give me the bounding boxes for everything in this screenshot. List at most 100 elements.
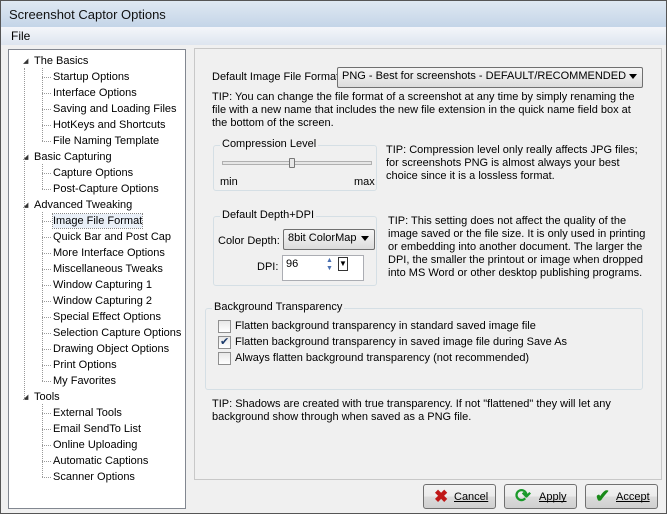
options-window: Screenshot Captor Options File The Basic…: [0, 0, 667, 514]
format-value: PNG - Best for screenshots - DEFAULT/REC…: [342, 70, 627, 82]
dpi-value: 96: [286, 258, 299, 270]
tree-connector: [42, 413, 51, 414]
format-select[interactable]: PNG - Best for screenshots - DEFAULT/REC…: [337, 67, 643, 88]
tree-item[interactable]: Scanner Options: [53, 470, 135, 484]
color-depth-value: 8bit ColorMap: [288, 232, 357, 244]
tree-item[interactable]: Email SendTo List: [53, 422, 141, 436]
tree-connector: [42, 212, 43, 381]
tree-item[interactable]: HotKeys and Shortcuts: [53, 118, 166, 132]
compression-slider-thumb[interactable]: [288, 158, 295, 168]
tree-connector: [42, 301, 51, 302]
tree-connector: [42, 285, 51, 286]
transparency-option-label[interactable]: Always flatten background transparency (…: [235, 352, 529, 364]
tree-item[interactable]: File Naming Template: [53, 134, 159, 148]
tree-item[interactable]: Special Effect Options: [53, 310, 161, 324]
tree-connector: [42, 221, 51, 222]
transparency-option-label[interactable]: Flatten background transparency in saved…: [235, 336, 567, 348]
tree-connector: [42, 189, 51, 190]
check-icon: ✔: [220, 336, 230, 348]
compression-slider-track[interactable]: [222, 161, 372, 165]
compression-title: Compression Level: [220, 138, 319, 150]
tree-group[interactable]: Advanced Tweaking: [34, 198, 132, 212]
tree-connector: [42, 445, 51, 446]
color-depth-select[interactable]: 8bit ColorMap: [283, 229, 375, 250]
dpi-label: DPI:: [257, 261, 279, 273]
title-bar: Screenshot Captor Options: [1, 1, 666, 27]
compression-group: Compression Level min max: [213, 138, 377, 191]
tree-group[interactable]: Tools: [34, 390, 60, 404]
tree-item[interactable]: Print Options: [53, 358, 117, 372]
chevron-down-icon: [361, 236, 369, 241]
transparency-checkbox[interactable]: ✔: [218, 336, 231, 349]
tree-item[interactable]: External Tools: [53, 406, 122, 420]
apply-button[interactable]: ⟳ Apply: [504, 484, 577, 509]
transparency-checkbox[interactable]: [218, 352, 231, 365]
cancel-label: Cancel: [454, 491, 489, 503]
tree-connector: [42, 173, 51, 174]
tree-connector: [42, 164, 43, 189]
tree-connector: [42, 68, 43, 141]
tree-item[interactable]: My Favorites: [53, 374, 116, 388]
tree-item[interactable]: Saving and Loading Files: [53, 102, 177, 116]
tree-connector: [42, 269, 51, 270]
tree-item[interactable]: Automatic Captions: [53, 454, 148, 468]
tree-item[interactable]: Quick Bar and Post Cap: [53, 230, 171, 244]
tree-connector: [42, 109, 51, 110]
transparency-option-label[interactable]: Flatten background transparency in stand…: [235, 320, 536, 332]
tree-connector: [42, 125, 51, 126]
transparency-checkbox[interactable]: [218, 320, 231, 333]
depth-group: Default Depth+DPI Color Depth: 8bit Colo…: [213, 209, 377, 286]
tree-item[interactable]: Online Uploading: [53, 438, 137, 452]
tree-connector: [42, 141, 51, 142]
tree-connector: [42, 365, 51, 366]
menu-bar: File: [1, 27, 666, 45]
tree-item[interactable]: Capture Options: [53, 166, 133, 180]
tree-connector: [42, 333, 51, 334]
spin-updown-icon[interactable]: ▲ ▼: [326, 257, 333, 273]
format-label: Default Image File Format:: [212, 71, 343, 83]
menu-file[interactable]: File: [11, 29, 30, 43]
tree-connector: [42, 93, 51, 94]
refresh-icon: ⟳: [515, 486, 531, 507]
tree-connector: [42, 253, 51, 254]
tree-item[interactable]: Miscellaneous Tweaks: [53, 262, 163, 276]
tree-item[interactable]: Window Capturing 2: [53, 294, 152, 308]
tree-item[interactable]: Window Capturing 1: [53, 278, 152, 292]
tree-item[interactable]: Drawing Object Options: [53, 342, 169, 356]
tree-group[interactable]: The Basics: [34, 54, 88, 68]
slider-max-label: max: [354, 176, 375, 188]
depth-tip: TIP: This setting does not affect the qu…: [388, 215, 646, 279]
tree-connector: [42, 477, 51, 478]
color-depth-label: Color Depth:: [218, 235, 280, 247]
checkmark-icon: ✔: [595, 486, 611, 506]
tree-connector: [24, 68, 25, 400]
tree-group[interactable]: Basic Capturing: [34, 150, 112, 164]
accept-label: Accept: [616, 491, 650, 503]
tree-connector: [42, 317, 51, 318]
format-tip: TIP: You can change the file format of a…: [212, 91, 635, 129]
window-title: Screenshot Captor Options: [9, 7, 166, 22]
dropdown-icon[interactable]: ▼: [338, 257, 348, 271]
tree-item[interactable]: Startup Options: [53, 70, 129, 84]
chevron-down-icon: [629, 74, 637, 79]
tree-item[interactable]: Selection Capture Options: [53, 326, 181, 340]
settings-panel: Default Image File Format: PNG - Best fo…: [194, 48, 662, 480]
tree-item[interactable]: Interface Options: [53, 86, 137, 100]
options-tree[interactable]: The Basics ◢ Startup Options Interface Opti…: [8, 49, 186, 509]
tree-connector: [42, 381, 51, 382]
dpi-input[interactable]: 96: [282, 255, 364, 281]
tree-connector: [42, 77, 51, 78]
accept-button[interactable]: ✔ Accept: [585, 484, 658, 509]
tree-connector: [42, 429, 51, 430]
x-icon: ✖: [434, 487, 449, 506]
tree-connector: [42, 461, 51, 462]
tree-item[interactable]: Image File Format: [51, 213, 144, 229]
expand-icon[interactable]: ◢: [23, 57, 28, 65]
cancel-button[interactable]: ✖ Cancel: [423, 484, 496, 509]
apply-label: Apply: [539, 491, 567, 503]
slider-min-label: min: [220, 176, 238, 188]
tree-connector: [42, 237, 51, 238]
tree-item[interactable]: Post-Capture Options: [53, 182, 159, 196]
transparency-title: Background Transparency: [212, 301, 345, 313]
tree-item[interactable]: More Interface Options: [53, 246, 165, 260]
